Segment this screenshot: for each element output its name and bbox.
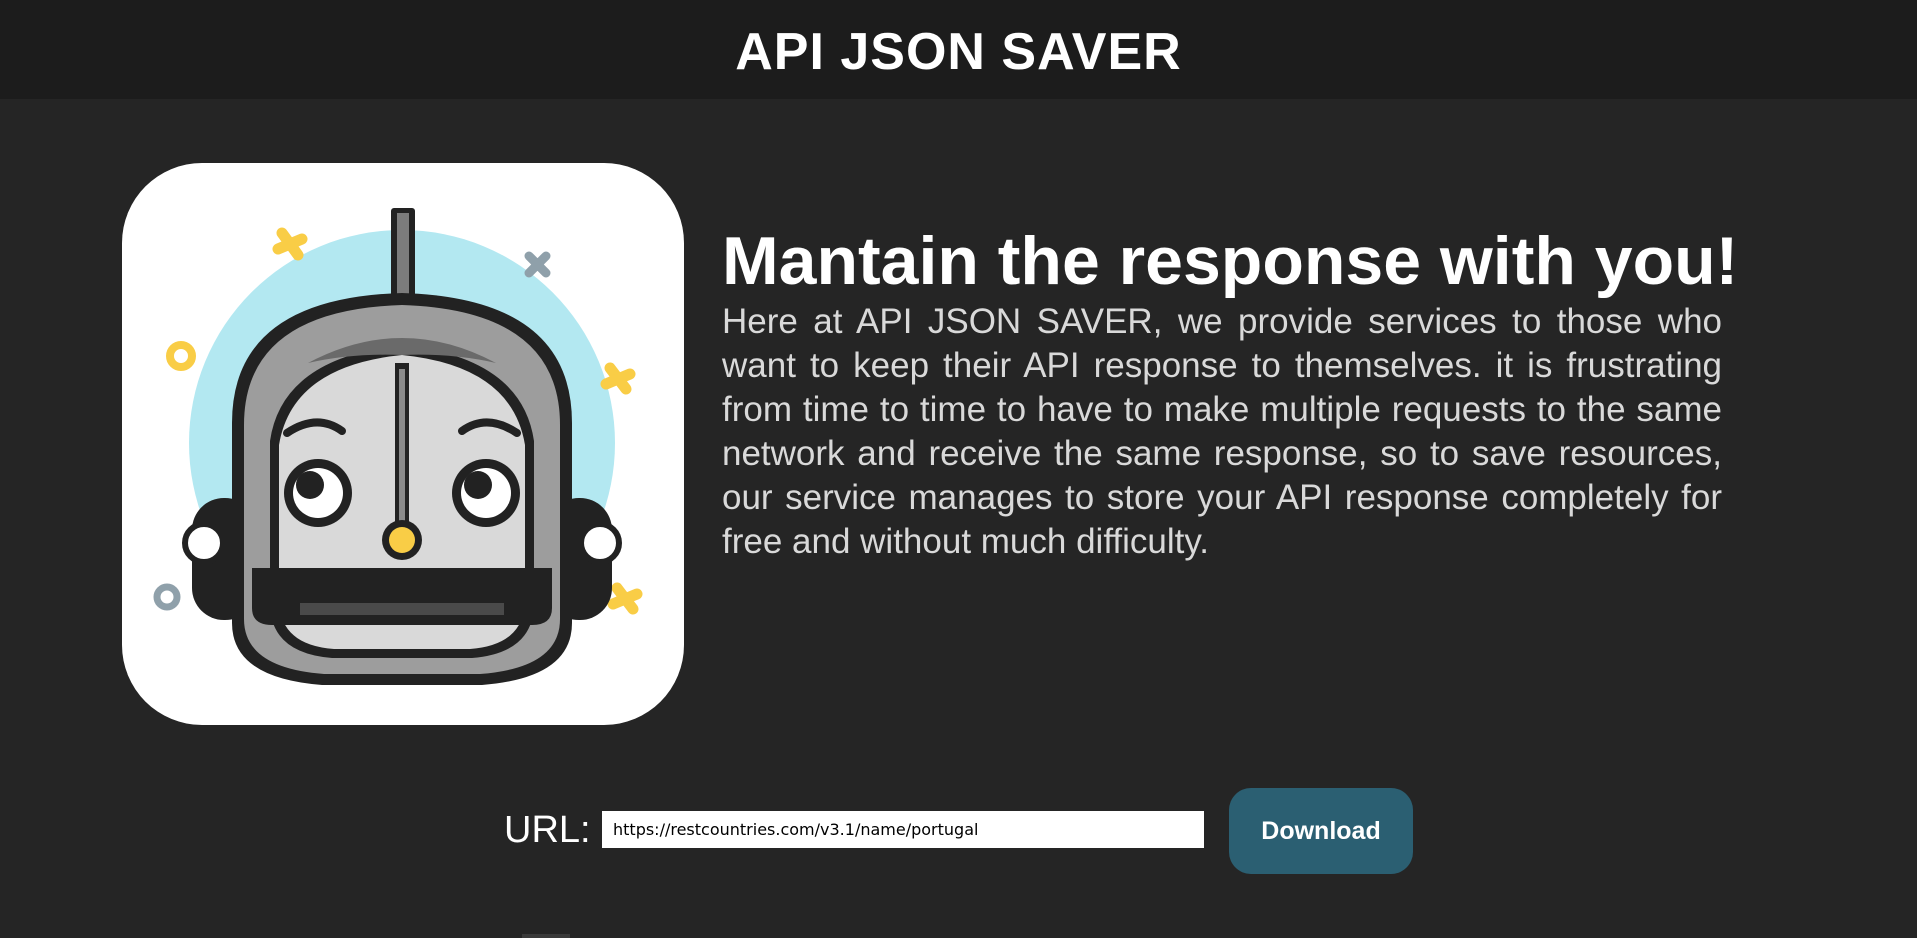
url-input[interactable]	[602, 811, 1204, 848]
app-title: API JSON SAVER	[735, 23, 1182, 81]
robot-head-icon	[122, 163, 684, 725]
hero-description: Here at API JSON SAVER, we provide servi…	[722, 302, 1722, 561]
url-label: URL:	[504, 809, 591, 851]
download-button[interactable]: Download	[1229, 788, 1413, 874]
hero-headline: Mantain the response with you!	[722, 223, 1739, 299]
app-header: API JSON SAVER	[0, 0, 1917, 99]
partial-element-below-fold	[522, 934, 570, 938]
